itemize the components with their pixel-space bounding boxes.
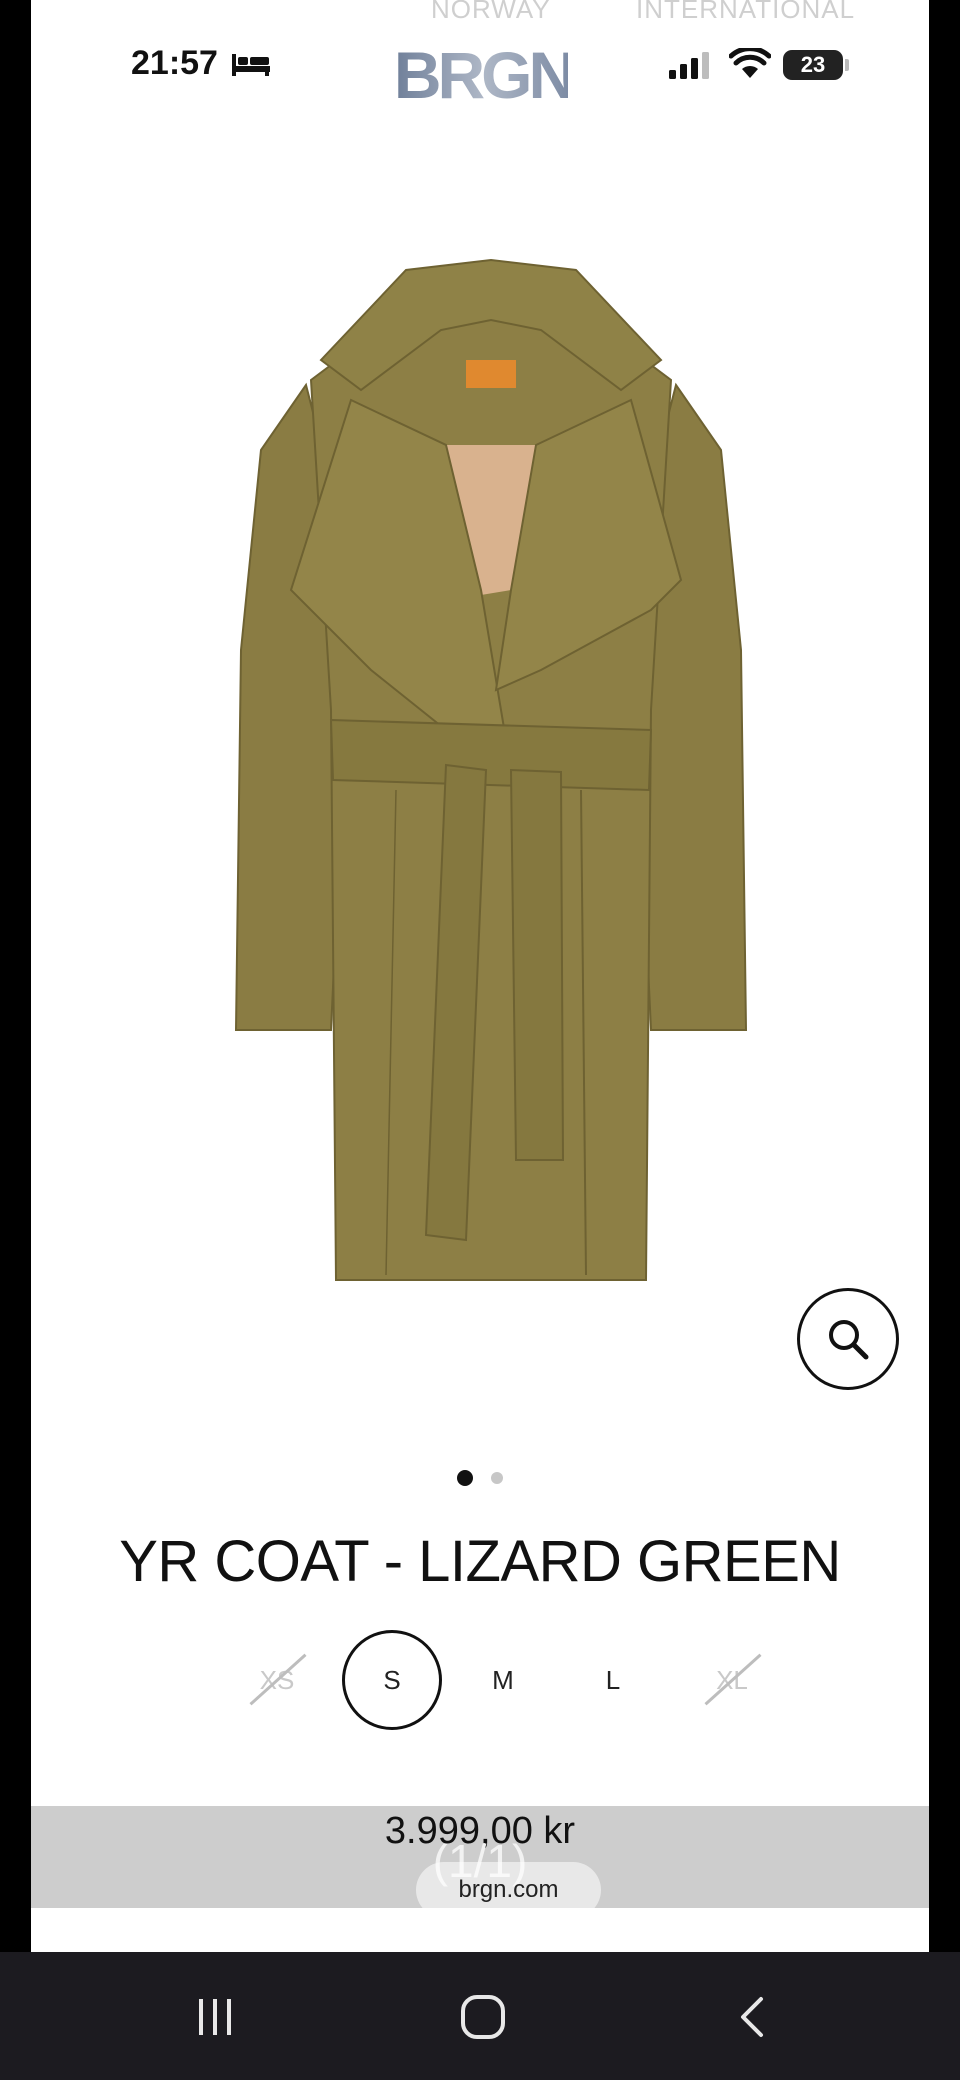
image-pagination (31, 1470, 929, 1486)
size-selector: XS S M L XL (31, 1630, 929, 1730)
signal-icon (669, 52, 709, 79)
status-time: 21:57 (131, 44, 218, 82)
size-option-m[interactable]: M (453, 1630, 553, 1730)
app-screen: NORWAY INTERNATIONAL 21:57 BRGN 23 YR CO… (31, 0, 929, 1952)
product-image[interactable] (181, 250, 801, 1340)
zoom-button[interactable] (797, 1288, 899, 1390)
search-icon (829, 1320, 869, 1360)
back-button[interactable] (718, 1982, 788, 2052)
pagination-dot[interactable] (491, 1472, 503, 1484)
brand-logo[interactable]: BRGN (398, 40, 568, 106)
wifi-icon (729, 48, 771, 78)
product-title: YR COAT - LIZARD GREEN (119, 1529, 841, 1594)
battery-icon: 23 (783, 50, 843, 80)
bed-icon (232, 54, 270, 76)
back-icon (741, 1997, 763, 2037)
logo-text: BRGN (398, 40, 568, 106)
home-button[interactable] (448, 1982, 518, 2052)
region-tab-norway[interactable]: NORWAY (431, 0, 551, 25)
size-option-xl[interactable]: XL (682, 1630, 782, 1730)
size-option-s[interactable]: S (342, 1630, 442, 1730)
recent-apps-button[interactable] (180, 1982, 250, 2052)
battery-tip (845, 59, 849, 71)
android-nav-bar (0, 1952, 960, 2080)
url-bar[interactable]: brgn.com (416, 1862, 601, 1918)
recent-apps-icon (199, 1999, 231, 2035)
home-icon (461, 1995, 505, 2039)
size-option-l[interactable]: L (563, 1630, 663, 1730)
size-option-xs[interactable]: XS (227, 1630, 327, 1730)
pagination-dot-active[interactable] (457, 1470, 473, 1486)
region-tab-international[interactable]: INTERNATIONAL (636, 0, 855, 25)
